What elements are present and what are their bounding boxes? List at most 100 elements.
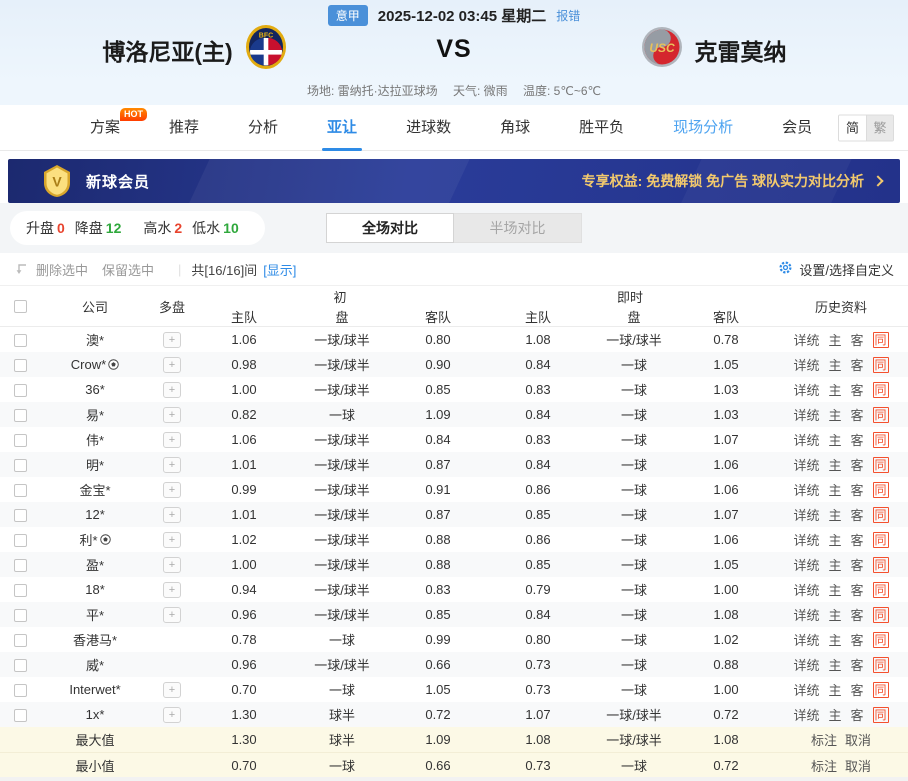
history-detail-link[interactable]: 详统 xyxy=(793,630,819,649)
history-home-link[interactable]: 主 xyxy=(828,330,841,349)
row-checkbox[interactable] xyxy=(14,534,27,547)
multi-odds-button[interactable]: + xyxy=(163,332,181,348)
history-detail-link[interactable]: 详统 xyxy=(793,355,819,374)
history-home-link[interactable]: 主 xyxy=(828,355,841,374)
history-away-link[interactable]: 客 xyxy=(851,655,864,674)
history-away-link[interactable]: 客 xyxy=(851,580,864,599)
multi-odds-button[interactable]: + xyxy=(163,607,181,623)
nav-item-goals[interactable]: 进球数 xyxy=(406,105,451,151)
history-away-link[interactable]: 客 xyxy=(851,380,864,399)
company-name[interactable]: 澳* xyxy=(86,330,104,349)
history-detail-link[interactable]: 详统 xyxy=(793,330,819,349)
select-all-checkbox[interactable] xyxy=(14,300,27,313)
company-name[interactable]: 12* xyxy=(85,507,105,522)
history-same-link[interactable]: 同 xyxy=(873,482,889,498)
history-detail-link[interactable]: 详统 xyxy=(793,430,819,449)
show-link[interactable]: [显示] xyxy=(263,260,296,279)
tab-full-match[interactable]: 全场对比 xyxy=(326,213,454,243)
company-name[interactable]: 明* xyxy=(86,455,104,474)
history-away-link[interactable]: 客 xyxy=(851,605,864,624)
row-checkbox[interactable] xyxy=(14,584,27,597)
tab-half-match[interactable]: 半场对比 xyxy=(454,213,582,243)
history-detail-link[interactable]: 详统 xyxy=(793,705,819,724)
history-same-link[interactable]: 同 xyxy=(873,582,889,598)
history-detail-link[interactable]: 详统 xyxy=(793,380,819,399)
history-away-link[interactable]: 客 xyxy=(851,430,864,449)
row-checkbox[interactable] xyxy=(14,359,27,372)
history-detail-link[interactable]: 详统 xyxy=(793,605,819,624)
cancel-button[interactable]: 取消 xyxy=(845,756,871,775)
row-checkbox[interactable] xyxy=(14,709,27,722)
history-away-link[interactable]: 客 xyxy=(851,355,864,374)
history-away-link[interactable]: 客 xyxy=(851,630,864,649)
company-name[interactable]: Crow* xyxy=(71,357,106,372)
nav-item-asian-handicap[interactable]: 亚让 xyxy=(327,105,357,151)
history-detail-link[interactable]: 详统 xyxy=(793,530,819,549)
company-name[interactable]: 威* xyxy=(86,655,104,674)
history-detail-link[interactable]: 详统 xyxy=(793,480,819,499)
history-away-link[interactable]: 客 xyxy=(851,530,864,549)
history-same-link[interactable]: 同 xyxy=(873,557,889,573)
row-checkbox[interactable] xyxy=(14,559,27,572)
row-checkbox[interactable] xyxy=(14,409,27,422)
history-home-link[interactable]: 主 xyxy=(828,655,841,674)
row-checkbox[interactable] xyxy=(14,659,27,672)
history-home-link[interactable]: 主 xyxy=(828,530,841,549)
row-checkbox[interactable] xyxy=(14,334,27,347)
history-away-link[interactable]: 客 xyxy=(851,480,864,499)
company-name[interactable]: 平* xyxy=(86,605,104,624)
company-name[interactable]: 利* xyxy=(79,530,97,549)
row-checkbox[interactable] xyxy=(14,384,27,397)
history-home-link[interactable]: 主 xyxy=(828,455,841,474)
delete-selected-button[interactable]: 删除选中 xyxy=(36,260,88,279)
history-home-link[interactable]: 主 xyxy=(828,580,841,599)
company-name[interactable]: 伟* xyxy=(86,430,104,449)
history-same-link[interactable]: 同 xyxy=(873,382,889,398)
row-checkbox[interactable] xyxy=(14,609,27,622)
vip-banner[interactable]: V 新球会员 专享权益: 免费解锁 免广告 球队实力对比分析 xyxy=(8,159,900,203)
history-away-link[interactable]: 客 xyxy=(851,555,864,574)
vip-benefit-link[interactable]: 专享权益: 免费解锁 免广告 球队实力对比分析 xyxy=(582,171,882,191)
nav-item-live-analysis[interactable]: 现场分析 xyxy=(673,105,733,151)
multi-odds-button[interactable]: + xyxy=(163,682,181,698)
mark-button[interactable]: 标注 xyxy=(811,756,837,775)
history-detail-link[interactable]: 详统 xyxy=(793,580,819,599)
mark-button[interactable]: 标注 xyxy=(811,730,837,749)
history-detail-link[interactable]: 详统 xyxy=(793,555,819,574)
multi-odds-button[interactable]: + xyxy=(163,357,181,373)
company-name[interactable]: 易* xyxy=(86,405,104,424)
multi-odds-button[interactable]: + xyxy=(163,507,181,523)
row-checkbox[interactable] xyxy=(14,484,27,497)
history-detail-link[interactable]: 详统 xyxy=(793,455,819,474)
history-home-link[interactable]: 主 xyxy=(828,505,841,524)
nav-item-membership[interactable]: 会员 xyxy=(782,105,812,151)
history-home-link[interactable]: 主 xyxy=(828,430,841,449)
history-same-link[interactable]: 同 xyxy=(873,357,889,373)
lang-traditional-button[interactable]: 繁 xyxy=(866,115,893,140)
history-home-link[interactable]: 主 xyxy=(828,705,841,724)
history-same-link[interactable]: 同 xyxy=(873,607,889,623)
settings-button[interactable]: 设置/选择自定义 xyxy=(778,260,894,279)
history-away-link[interactable]: 客 xyxy=(851,330,864,349)
company-name[interactable]: Interwet* xyxy=(69,682,120,697)
history-detail-link[interactable]: 详统 xyxy=(793,680,819,699)
history-home-link[interactable]: 主 xyxy=(828,405,841,424)
company-name[interactable]: 金宝* xyxy=(79,480,110,499)
history-detail-link[interactable]: 详统 xyxy=(793,505,819,524)
row-checkbox[interactable] xyxy=(14,459,27,472)
history-home-link[interactable]: 主 xyxy=(828,555,841,574)
history-home-link[interactable]: 主 xyxy=(828,630,841,649)
history-away-link[interactable]: 客 xyxy=(851,680,864,699)
lang-simplified-button[interactable]: 简 xyxy=(839,115,866,140)
history-same-link[interactable]: 同 xyxy=(873,332,889,348)
history-same-link[interactable]: 同 xyxy=(873,532,889,548)
company-name[interactable]: 36* xyxy=(85,382,105,397)
league-badge[interactable]: 意甲 xyxy=(328,5,368,26)
history-detail-link[interactable]: 详统 xyxy=(793,405,819,424)
history-away-link[interactable]: 客 xyxy=(851,705,864,724)
multi-odds-button[interactable]: + xyxy=(163,407,181,423)
multi-odds-button[interactable]: + xyxy=(163,457,181,473)
history-detail-link[interactable]: 详统 xyxy=(793,655,819,674)
multi-odds-button[interactable]: + xyxy=(163,532,181,548)
multi-odds-button[interactable]: + xyxy=(163,482,181,498)
